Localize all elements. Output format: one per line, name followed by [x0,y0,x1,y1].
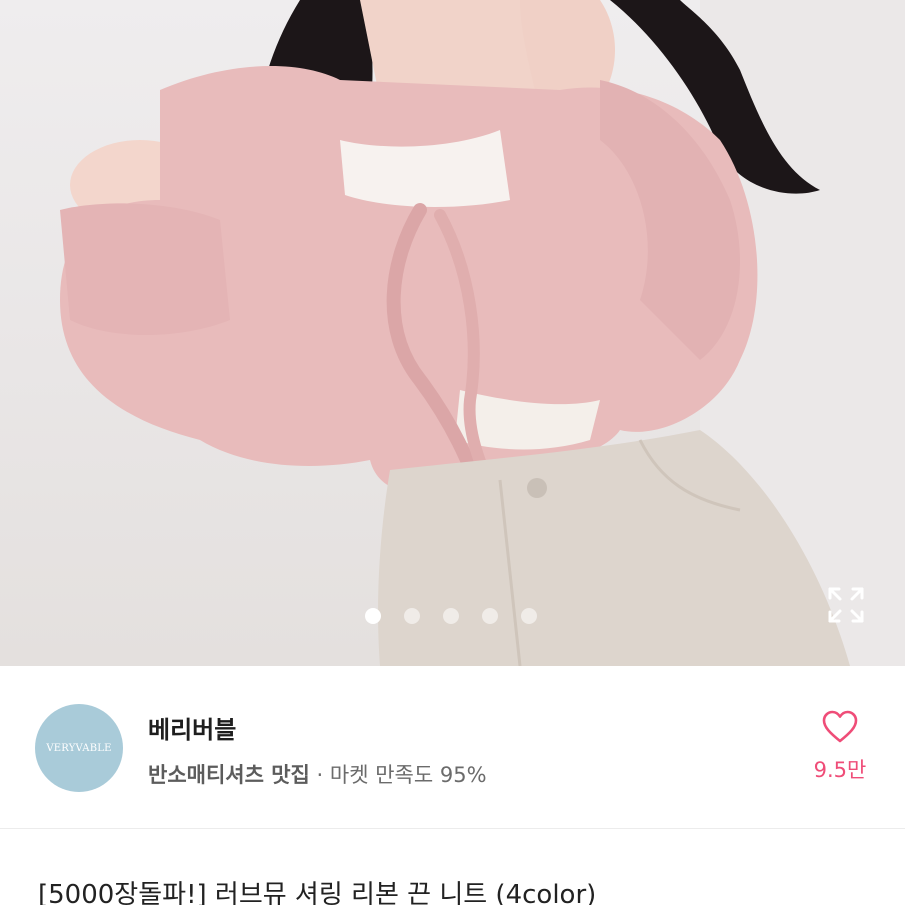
section-divider [0,828,905,829]
avatar-logo-text: VERYVABLE [46,742,112,754]
product-page: VERYVABLE 베리버블 반소매티셔츠 맛집 · 마켓 만족도 95% 9.… [0,0,905,905]
product-photo [60,0,905,666]
like-button[interactable]: 9.5만 [805,710,875,784]
product-image-carousel[interactable] [0,0,905,666]
carousel-dot-5[interactable] [521,608,537,624]
heart-outline-icon [822,710,858,748]
carousel-dot-4[interactable] [482,608,498,624]
store-meta: 반소매티셔츠 맛집 · 마켓 만족도 95% [148,759,487,789]
seller-info: VERYVABLE 베리버블 반소매티셔츠 맛집 · 마켓 만족도 95% 9.… [0,666,905,828]
carousel-dot-3[interactable] [443,608,459,624]
carousel-dot-2[interactable] [404,608,420,624]
market-satisfaction: 마켓 만족도 95% [329,763,487,787]
carousel-dot-1[interactable] [365,608,381,624]
store-tagline: 반소매티셔츠 맛집 [148,763,310,787]
seller-avatar[interactable]: VERYVABLE [35,704,123,792]
meta-separator: · [309,763,330,787]
store-name[interactable]: 베리버블 [148,710,236,745]
expand-icon[interactable] [826,585,866,625]
like-count: 9.5만 [813,758,867,782]
carousel-indicator [365,608,537,624]
product-title: [5000장돌파!] 러브뮤 셔링 리본 끈 니트 (4color) [38,880,597,905]
